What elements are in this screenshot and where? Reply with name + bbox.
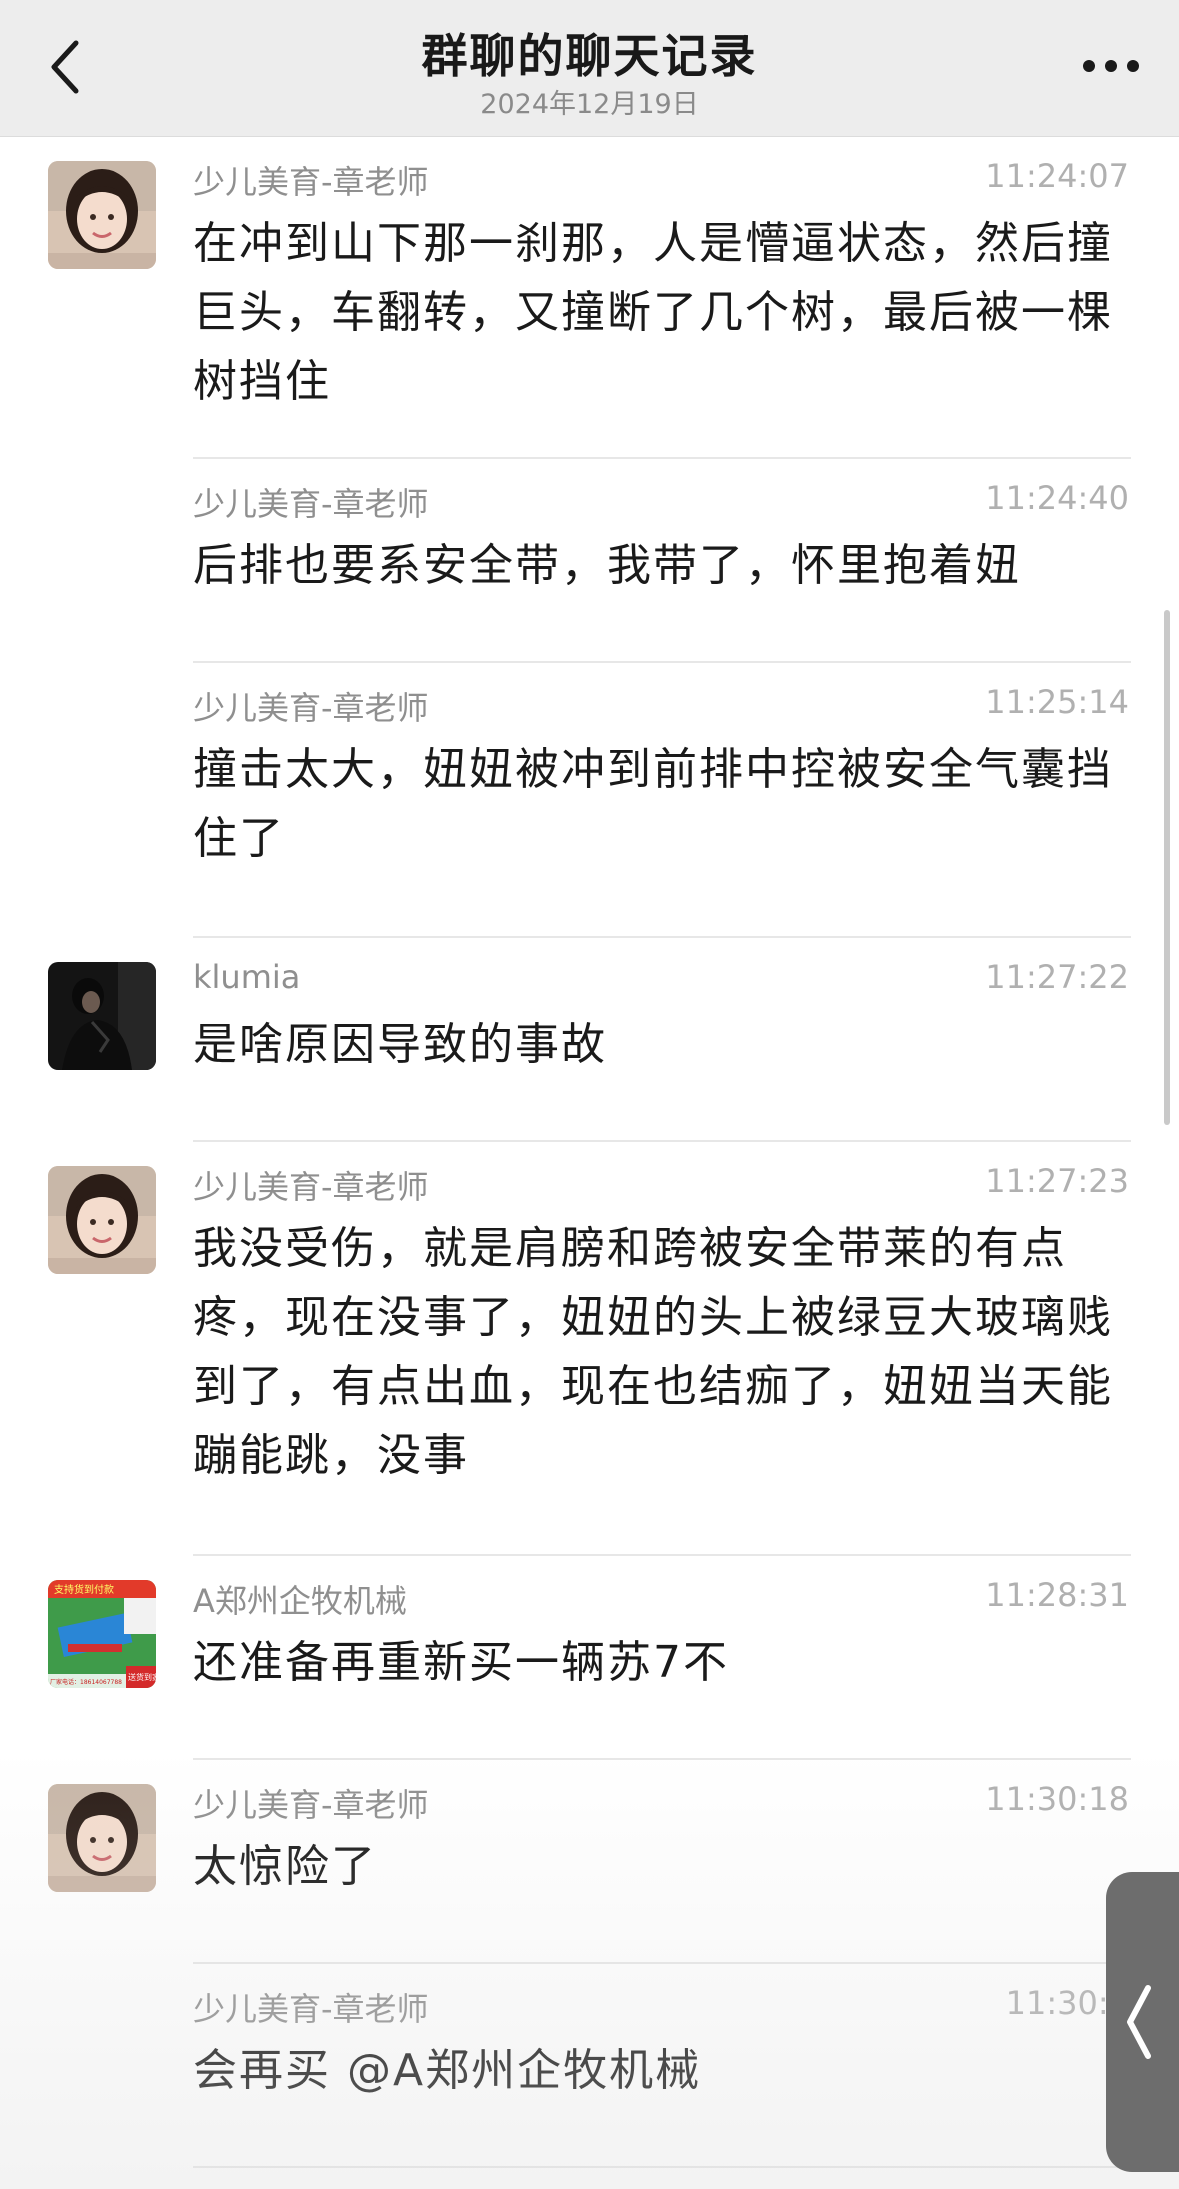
message-item[interactable]: 少儿美育-章老师 11:27:23 我没受伤，就是肩膀和跨被安全带莱的有点疼，现…: [0, 1142, 1179, 1556]
message-text: 会再买 @A郑州企牧机械: [193, 2045, 702, 2096]
ad-top-text: 支持货到付款: [54, 1583, 114, 1596]
avatar[interactable]: [48, 161, 156, 269]
woman-avatar-icon: [48, 161, 156, 269]
woman-avatar-icon: [48, 1784, 156, 1892]
ad-badge-text: 送货到家: [128, 1672, 156, 1682]
message-text: 我没受伤，就是肩膀和跨被安全带莱的有点疼，现在没事了，妞妞的头上被绿豆大玻璃贱到…: [193, 1223, 1113, 1481]
sender-name: A郑州企牧机械: [193, 1582, 407, 1620]
message-time: 11:27:23: [985, 1162, 1129, 1200]
nav-bar: 群聊的聊天记录 2024年12月19日: [0, 0, 1179, 137]
scrollbar[interactable]: [1164, 610, 1170, 1125]
message-item[interactable]: klumia 11:27:22 是啥原因导致的事故: [0, 938, 1179, 1142]
message-text: 太惊险了: [193, 1841, 377, 1892]
divider: [193, 2166, 1131, 2168]
sender-name: 少儿美育-章老师: [193, 1990, 429, 2028]
ad-phone-text: 厂家电话：18614067788: [50, 1678, 122, 1686]
message-item[interactable]: 支持货到付款 送货到家 厂家电话：18614067788 A郑州企牧机械 11:…: [0, 1556, 1179, 1760]
message-item[interactable]: 少儿美育-章老师 11:30:18 太惊险了: [0, 1760, 1179, 1964]
sender-name: klumia: [193, 958, 301, 996]
person-photo-avatar-icon: [48, 962, 156, 1070]
message-item[interactable]: 少儿美育-章老师 11:24:40 后排也要系安全带，我带了，怀里抱着妞: [0, 459, 1179, 663]
message-time: 11:30:18: [985, 1780, 1129, 1818]
page-title: 群聊的聊天记录: [421, 29, 758, 83]
message-text: 还准备再重新买一辆苏7不: [193, 1637, 729, 1688]
chevron-left-icon: [1127, 1985, 1151, 2059]
more-button[interactable]: [1071, 36, 1151, 96]
collapse-side-tab[interactable]: [1106, 1872, 1179, 2172]
sender-name: 少儿美育-章老师: [193, 485, 429, 523]
sender-name: 少儿美育-章老师: [193, 1786, 429, 1824]
message-list[interactable]: 少儿美育-章老师 11:24:07 在冲到山下那一刹那，人是懵逼状态，然后撞巨头…: [0, 137, 1179, 2168]
message-item[interactable]: 少儿美育-章老师 11:25:14 撞击太大，妞妞被冲到前排中控被安全气囊挡住了: [0, 663, 1179, 938]
message-text: 是啥原因导致的事故: [193, 1019, 607, 1070]
message-text: 后排也要系安全带，我带了，怀里抱着妞: [193, 540, 1021, 591]
message-item[interactable]: 少儿美育-章老师 11:24:07 在冲到山下那一刹那，人是懵逼状态，然后撞巨头…: [0, 137, 1179, 459]
page-subtitle-date: 2024年12月19日: [480, 89, 699, 120]
message-text: 撞击太大，妞妞被冲到前排中控被安全气囊挡住了: [193, 744, 1113, 864]
avatar[interactable]: [48, 1784, 156, 1892]
woman-avatar-icon: [48, 1166, 156, 1274]
message-time: 11:24:40: [985, 479, 1129, 517]
message-time: 11:24:07: [985, 157, 1129, 195]
sender-name: 少儿美育-章老师: [193, 1168, 429, 1206]
avatar[interactable]: [48, 1166, 156, 1274]
avatar[interactable]: 支持货到付款 送货到家 厂家电话：18614067788: [48, 1580, 156, 1688]
machine-ad-avatar-icon: 支持货到付款 送货到家 厂家电话：18614067788: [48, 1580, 156, 1688]
more-dots-icon: [1083, 60, 1139, 72]
message-time: 11:28:31: [985, 1576, 1129, 1614]
sender-name: 少儿美育-章老师: [193, 689, 429, 727]
message-time: 11:27:22: [985, 958, 1129, 996]
sender-name: 少儿美育-章老师: [193, 163, 429, 201]
message-item[interactable]: 少儿美育-章老师 11:30:3 会再买 @A郑州企牧机械: [0, 1964, 1179, 2168]
message-time: 11:25:14: [985, 683, 1129, 721]
message-text: 在冲到山下那一刹那，人是懵逼状态，然后撞巨头，车翻转，又撞断了几个树，最后被一棵…: [193, 218, 1113, 407]
avatar[interactable]: [48, 962, 156, 1070]
